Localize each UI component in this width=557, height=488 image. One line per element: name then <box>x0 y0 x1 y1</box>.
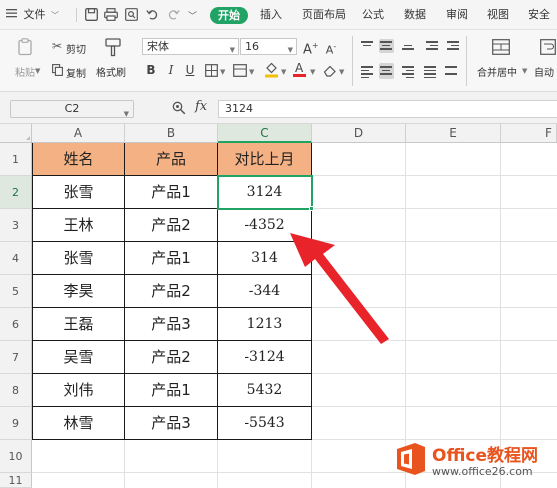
align-right-icon[interactable] <box>402 66 414 78</box>
tab-data[interactable]: 数据 <box>404 0 426 30</box>
cell-style-icon <box>233 64 247 77</box>
cell-reference: C2 <box>64 102 80 115</box>
font-color-swatch <box>293 74 306 77</box>
font-size-select[interactable]: 16 ▼ <box>240 38 297 55</box>
menu-bar: 文件 ﹀ ﹀ 开始 插入 页面布局 公式 数据 审阅 视图 安全 <box>0 0 557 30</box>
merge-center-button[interactable]: 合并居中 ▼ <box>475 36 527 86</box>
tab-formulas[interactable]: 公式 <box>362 0 384 30</box>
fill-color-button[interactable] <box>264 62 279 81</box>
grow-font-label: A <box>303 42 312 58</box>
auto-wrap-button[interactable]: 自动 <box>534 36 557 86</box>
tab-insert[interactable]: 插入 <box>260 0 282 30</box>
chevron-down-icon: ﹀ <box>51 11 59 20</box>
align-top-icon[interactable] <box>361 41 373 52</box>
zoom-function-icon[interactable] <box>172 101 186 118</box>
clear-format-button[interactable] <box>323 64 337 80</box>
align-left-icon[interactable] <box>361 66 373 78</box>
name-box[interactable]: C2 ▼ <box>10 100 134 118</box>
ribbon-toolbar: 粘贴 ▼ ✂ 剪切 复制 格式刷 宋体 ▼ 16 ▼ A+ A- B I U ▼… <box>0 30 557 92</box>
justify-icon[interactable] <box>424 66 436 78</box>
divider <box>466 36 467 86</box>
watermark: Office教程网 www.office26.com <box>388 436 557 488</box>
spreadsheet-grid: A B C D E F 1 2 3 4 5 6 7 8 9 10 11 姓名 产… <box>0 124 557 488</box>
print-preview-icon[interactable] <box>125 8 138 24</box>
fill-pattern-button[interactable] <box>233 64 247 80</box>
merge-cells-icon <box>492 39 510 58</box>
font-size-value: 16 <box>245 40 259 53</box>
decrease-indent-icon[interactable] <box>426 41 438 52</box>
font-color-letter: A <box>295 61 304 75</box>
align-center-icon[interactable] <box>379 63 394 79</box>
paste-button[interactable]: 粘贴 ▼ <box>12 36 40 86</box>
auto-wrap-label: 自动 <box>534 68 554 79</box>
font-name-select[interactable]: 宋体 ▼ <box>142 38 239 55</box>
formula-input[interactable]: 3124 <box>218 100 557 118</box>
font-name-value: 宋体 <box>147 40 169 53</box>
divider <box>352 36 353 86</box>
scissors-icon: ✂ <box>52 39 63 53</box>
italic-button[interactable]: I <box>164 63 178 77</box>
divider <box>76 8 77 22</box>
font-color-button[interactable]: A <box>293 61 307 78</box>
redo-icon[interactable] <box>167 8 180 24</box>
borders-button[interactable] <box>205 64 218 80</box>
watermark-brand: Office教程网 <box>432 446 539 466</box>
chevron-down-icon: ▼ <box>287 46 293 54</box>
watermark-url: www.office26.com <box>432 465 533 478</box>
chevron-down-icon: ▼ <box>229 46 235 54</box>
chevron-down-icon: ▼ <box>249 68 255 76</box>
print-icon[interactable] <box>104 8 118 24</box>
cut-label: 剪切 <box>66 45 86 56</box>
eraser-icon <box>323 65 336 77</box>
copy-label: 复制 <box>66 69 86 80</box>
increase-indent-icon[interactable] <box>447 41 459 52</box>
format-painter-label: 格式刷 <box>96 68 126 79</box>
wrap-text-icon <box>540 39 556 58</box>
save-icon[interactable] <box>85 8 98 24</box>
shrink-font-button[interactable]: A- <box>324 40 338 57</box>
file-menu[interactable]: 文件 ﹀ <box>6 0 59 30</box>
copy-icon <box>52 64 63 79</box>
formula-bar: C2 ▼ fx 3124 <box>0 92 557 124</box>
tab-home[interactable]: 开始 <box>210 7 248 24</box>
format-painter-icon <box>105 38 121 60</box>
align-middle-icon[interactable] <box>379 39 394 53</box>
tab-page-layout[interactable]: 页面布局 <box>302 0 346 30</box>
hamburger-icon <box>6 0 17 30</box>
distributed-icon[interactable] <box>445 66 457 77</box>
annotation-arrow <box>290 233 389 344</box>
chevron-down-icon: ▼ <box>310 68 316 76</box>
align-bottom-icon[interactable] <box>402 41 414 52</box>
chevron-down-icon: ▼ <box>522 67 528 75</box>
paste-icon <box>18 38 34 59</box>
chevron-down-icon: ▼ <box>339 68 345 76</box>
tab-view[interactable]: 视图 <box>487 0 509 30</box>
tab-review[interactable]: 审阅 <box>446 0 468 30</box>
merge-center-label: 合并居中 <box>477 68 517 79</box>
borders-icon <box>205 64 218 77</box>
grow-font-button[interactable]: A+ <box>303 39 319 57</box>
office-logo <box>391 440 429 478</box>
insert-function-button[interactable]: fx <box>195 99 207 114</box>
chevron-down-icon: ▼ <box>35 67 41 75</box>
bold-button[interactable]: B <box>144 63 158 77</box>
paste-label: 粘贴 <box>15 68 35 79</box>
tab-security[interactable]: 安全 <box>528 0 550 30</box>
format-painter-button[interactable]: 格式刷 <box>96 36 132 86</box>
file-menu-label: 文件 <box>23 8 46 21</box>
chevron-down-icon: ▼ <box>281 68 287 76</box>
chevron-down-icon: ▼ <box>220 68 226 76</box>
underline-button[interactable]: U <box>183 63 197 77</box>
paint-bucket-icon <box>265 62 278 78</box>
undo-icon[interactable] <box>146 8 159 24</box>
chevron-down-icon: ▼ <box>123 110 129 118</box>
customize-toolbar-icon[interactable]: ﹀ <box>188 9 197 22</box>
